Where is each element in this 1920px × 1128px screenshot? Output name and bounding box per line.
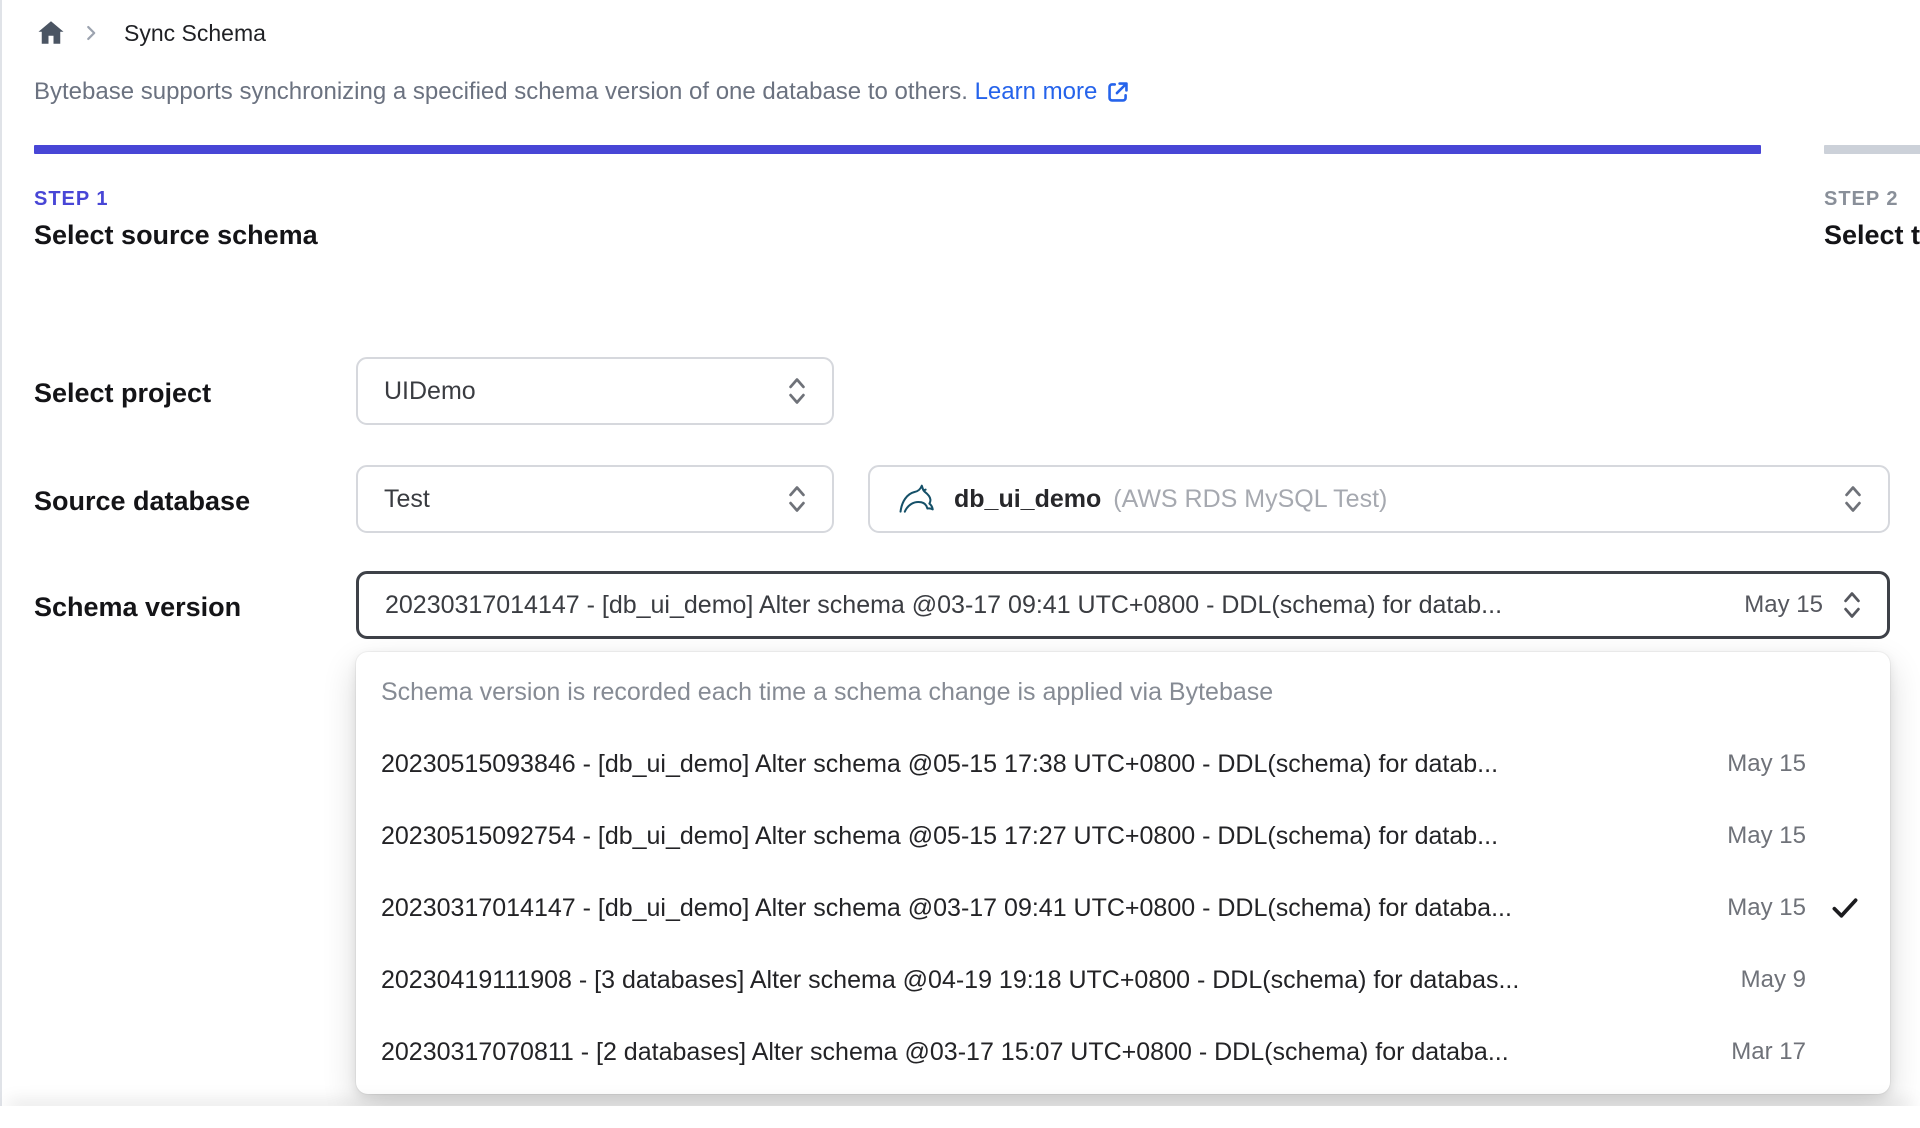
database-select-detail: (AWS RDS MySQL Test) [1113,484,1388,513]
source-database-label: Source database [34,486,251,516]
schema-version-option[interactable]: 20230317070811 - [2 databases] Alter sch… [356,1016,1890,1088]
option-text: 20230419111908 - [3 databases] Alter sch… [381,965,1520,994]
page-title: Sync Schema [124,19,266,46]
option-text: 20230515093846 - [db_ui_demo] Alter sche… [381,749,1499,778]
home-icon[interactable] [36,18,66,48]
option-text: 20230317070811 - [2 databases] Alter sch… [381,1037,1509,1066]
external-link-icon [1108,82,1129,102]
schema-version-dropdown: Schema version is recorded each time a s… [356,652,1890,1094]
step-1-title: Select source schema [34,220,318,250]
schema-version-option-selected[interactable]: 20230317014147 - [db_ui_demo] Alter sche… [356,872,1890,944]
schema-version-option[interactable]: 20230419111908 - [3 databases] Alter sch… [356,944,1890,1016]
environment-select[interactable]: Test [356,465,834,533]
step-2-title: Select t [1824,220,1920,250]
database-select[interactable]: db_ui_demo (AWS RDS MySQL Test) [868,465,1890,533]
option-date: May 15 [1727,750,1806,777]
option-text: 20230317014147 - [db_ui_demo] Alter sche… [381,893,1512,922]
select-updown-icon [789,486,805,512]
option-text: 20230515092754 - [db_ui_demo] Alter sche… [381,821,1499,850]
page-description: Bytebase supports synchronizing a specif… [34,78,1131,106]
environment-select-value: Test [384,484,430,513]
app-left-border [0,0,2,1128]
check-slot [1806,891,1862,925]
step-2-progress-bar [1824,145,1920,154]
learn-more-link[interactable]: Learn more [975,78,1132,106]
select-project-label: Select project [34,378,212,408]
step-1-progress-bar [34,145,1761,154]
dropdown-hint: Schema version is recorded each time a s… [381,678,1274,706]
breadcrumb-separator-icon [80,22,102,44]
schema-version-option[interactable]: 20230515093846 - [db_ui_demo] Alter sche… [356,728,1890,800]
step-1-label: STEP 1 [34,188,109,210]
learn-more-label: Learn more [974,78,1098,105]
option-date: Mar 17 [1731,1038,1806,1065]
mysql-icon [899,484,934,513]
project-select[interactable]: UIDemo [356,357,834,425]
step-2-label: STEP 2 [1824,188,1899,210]
option-date: May 15 [1727,894,1806,921]
schema-version-label: Schema version [34,592,242,622]
description-text: Bytebase supports synchronizing a specif… [34,78,968,105]
schema-version-select-value: 20230317014147 - [db_ui_demo] Alter sche… [385,590,1503,619]
schema-version-select-date: May 15 [1744,591,1823,618]
option-date: May 9 [1740,966,1806,993]
sticky-footer-edge [0,1106,1920,1128]
breadcrumb: Sync Schema [36,18,266,48]
select-updown-icon [1845,486,1861,512]
database-select-value: db_ui_demo [954,484,1102,513]
option-date: May 15 [1727,822,1806,849]
step-2: STEP 2 Select t [1824,145,1920,251]
select-updown-icon [1844,592,1860,618]
select-updown-icon [789,378,805,404]
step-1: STEP 1 Select source schema [34,145,1761,251]
schema-version-select[interactable]: 20230317014147 - [db_ui_demo] Alter sche… [356,571,1890,639]
project-select-value: UIDemo [384,376,476,405]
schema-version-option[interactable]: 20230515092754 - [db_ui_demo] Alter sche… [356,800,1890,872]
checkmark-icon [1832,898,1858,918]
step-progress: STEP 1 Select source schema STEP 2 Selec… [34,145,1920,251]
